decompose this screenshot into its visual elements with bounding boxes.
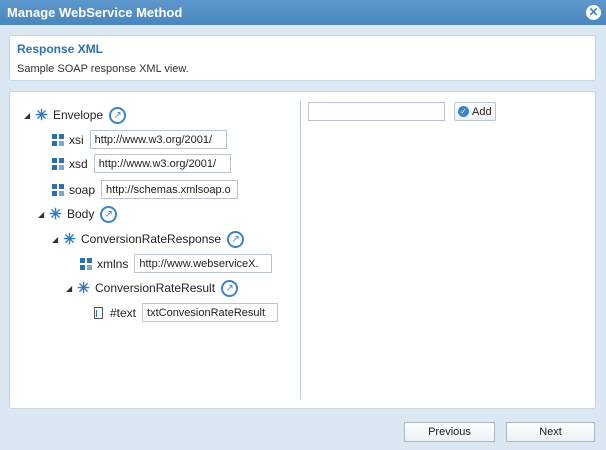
document-icon: [94, 306, 103, 319]
tree-node-soap: soap: [52, 180, 239, 199]
close-icon[interactable]: ✕: [586, 5, 601, 20]
edit-pin-icon[interactable]: ↗: [221, 279, 239, 297]
dialog-title: Manage WebService Method: [7, 5, 183, 20]
tree-node-xsd: xsd: [52, 154, 231, 173]
element-node-icon: ✳: [49, 206, 62, 223]
section-description: Sample SOAP response XML view.: [17, 63, 189, 75]
attribute-grid-icon: [52, 183, 64, 196]
dialog-titlebar: Manage WebService Method ✕: [0, 0, 606, 25]
attribute-grid-icon: [80, 257, 92, 270]
tree-node-xsi: xsi: [52, 130, 227, 149]
check-icon: ✓: [458, 106, 469, 117]
header-panel: Response XML Sample SOAP response XML vi…: [9, 35, 596, 81]
tree-node-body[interactable]: ◢ ✳ Body ↗: [38, 205, 118, 223]
element-node-icon: ✳: [63, 231, 76, 248]
soap-value-input[interactable]: [101, 180, 239, 199]
element-node-icon: ✳: [35, 107, 48, 124]
element-node-icon: ✳: [77, 280, 90, 297]
text-value-input[interactable]: [142, 303, 279, 322]
previous-button[interactable]: Previous: [404, 422, 495, 442]
node-label: Envelope: [53, 108, 104, 122]
edit-pin-icon[interactable]: ↗: [227, 230, 245, 248]
add-button[interactable]: ✓ Add: [454, 102, 496, 121]
node-label: Body: [67, 207, 95, 221]
add-button-label: Add: [472, 105, 492, 118]
xsd-value-input[interactable]: [93, 154, 231, 173]
node-label: #text: [110, 305, 137, 320]
collapse-toggle-icon[interactable]: ◢: [38, 210, 48, 219]
collapse-toggle-icon[interactable]: ◢: [66, 284, 76, 293]
xml-tree-panel: ◢ ✳ Envelope ↗ xsi xsd soap ◢ ✳ Body ↗ ◢…: [9, 91, 596, 409]
node-label: xsi: [69, 132, 84, 147]
xsi-value-input[interactable]: [89, 130, 227, 149]
collapse-toggle-icon[interactable]: ◢: [52, 235, 62, 244]
tree-node-text: #text: [94, 303, 279, 322]
next-button[interactable]: Next: [506, 422, 595, 442]
edit-pin-icon[interactable]: ↗: [109, 106, 127, 124]
node-label: ConversionRateResponse: [81, 232, 222, 246]
collapse-toggle-icon[interactable]: ◢: [24, 111, 34, 120]
tree-node-conversion-rate-response[interactable]: ◢ ✳ ConversionRateResponse ↗: [52, 230, 245, 248]
node-label: soap: [69, 182, 96, 197]
tree-node-conversion-rate-result[interactable]: ◢ ✳ ConversionRateResult ↗: [66, 279, 239, 297]
edit-pin-icon[interactable]: ↗: [100, 205, 118, 223]
node-label: xsd: [69, 156, 88, 171]
panel-divider: [300, 101, 301, 399]
node-label: ConversionRateResult: [95, 281, 216, 295]
section-title: Response XML: [17, 42, 104, 56]
attribute-grid-icon: [52, 157, 64, 170]
add-node-input[interactable]: [308, 102, 445, 121]
tree-node-xmlns: xmlns: [80, 254, 273, 273]
node-label: xmlns: [97, 256, 129, 271]
tree-node-envelope[interactable]: ◢ ✳ Envelope ↗: [24, 106, 127, 124]
xmlns-value-input[interactable]: [134, 254, 273, 273]
attribute-grid-icon: [52, 133, 64, 146]
